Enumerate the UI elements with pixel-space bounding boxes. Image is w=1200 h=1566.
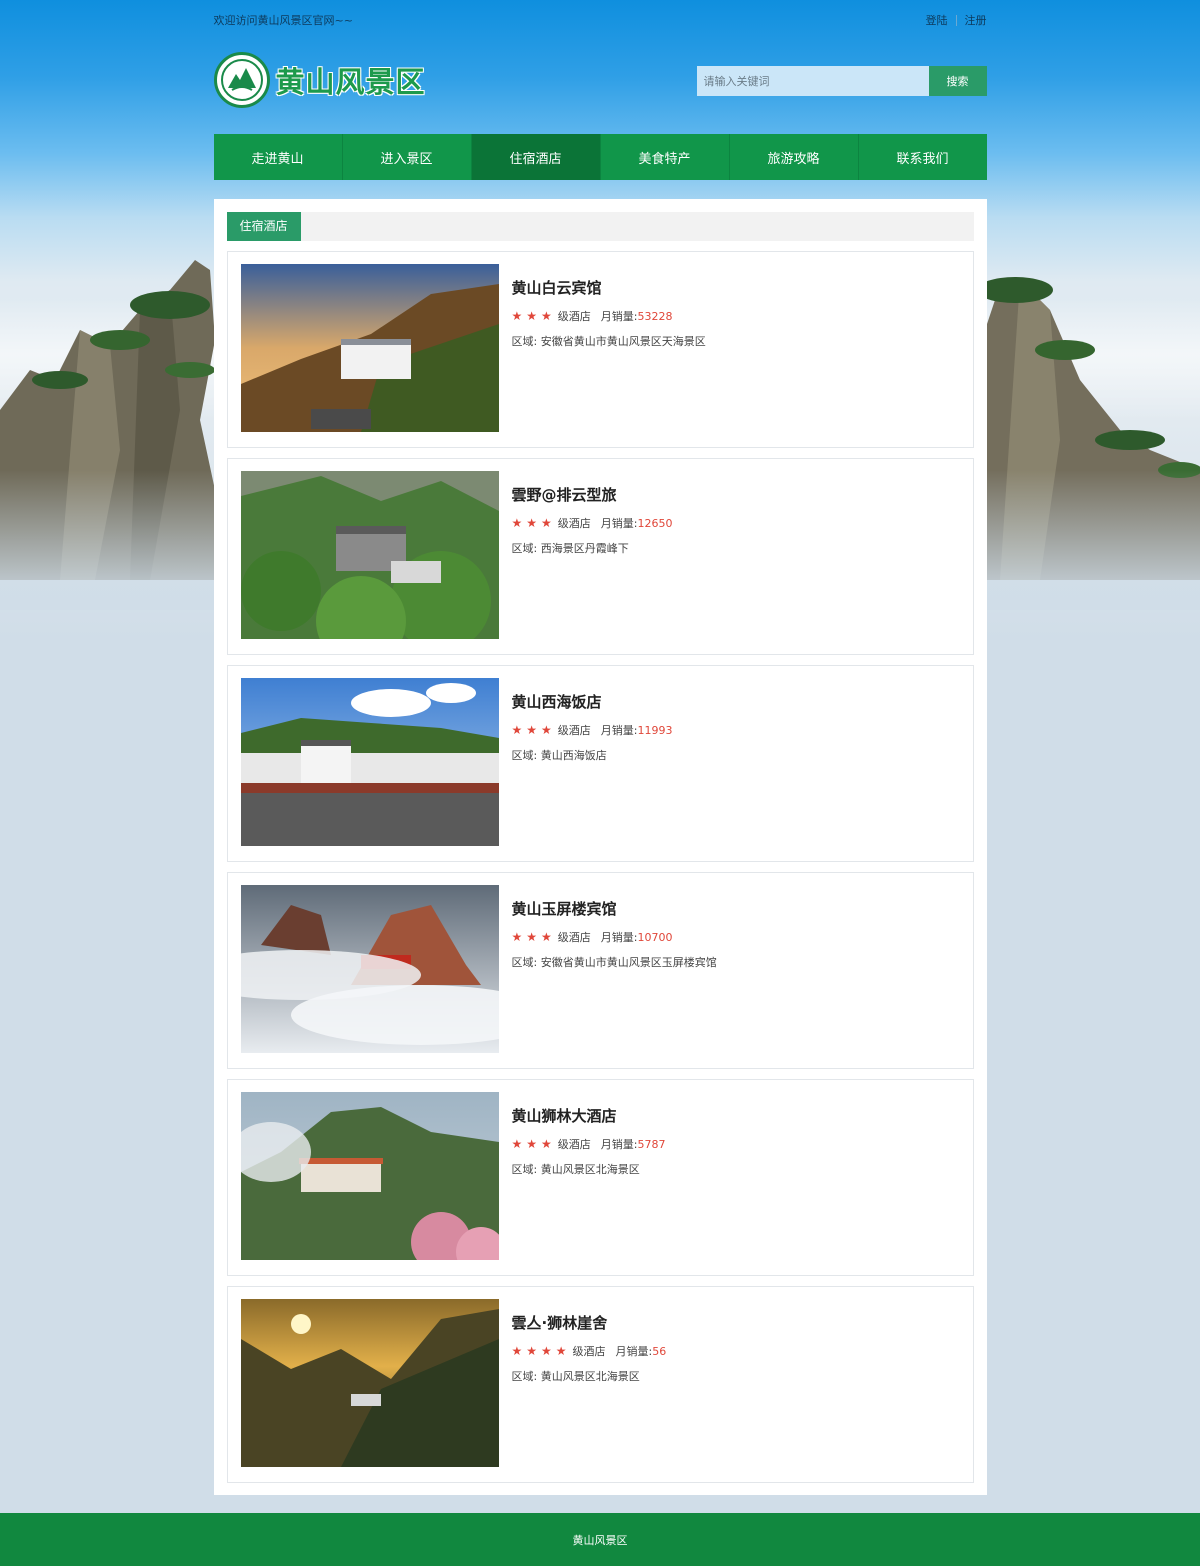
login-link[interactable]: 登陆 (926, 12, 948, 28)
hotel-card[interactable]: 雲野@排云型旅 ★★★ 级酒店 月销量: 12650 区域: 西海景区丹霞峰下 (226, 458, 974, 655)
sales-label: 月销量: (600, 931, 638, 944)
footer: 黄山风景区 (0, 1513, 1200, 1566)
section-header: 住宿酒店 (226, 212, 974, 241)
area-value: 黄山风景区北海景区 (540, 1163, 640, 1176)
register-link[interactable]: 注册 (965, 12, 987, 28)
sales-value: 11993 (637, 723, 673, 737)
nav-item-intro[interactable]: 走进黄山 (214, 134, 343, 180)
area-value: 西海景区丹霞峰下 (540, 542, 629, 555)
level-label: 级酒店 (557, 931, 591, 944)
area-label: 区域: (511, 956, 538, 969)
sales-value: 56 (652, 1344, 667, 1358)
star-rating: ★★★ (511, 516, 556, 530)
sales-label: 月销量: (600, 517, 638, 530)
hotel-photo[interactable] (240, 471, 499, 639)
hotel-meta: ★★★ 级酒店 月销量: 53228 (512, 308, 706, 324)
hotel-name[interactable]: 雲亼·狮林崖舍 (512, 1312, 667, 1333)
footer-text: 黄山风景区 (572, 1533, 628, 1547)
logo-emblem-icon (213, 52, 270, 108)
area-label: 区域: (511, 1163, 538, 1176)
hotel-name[interactable]: 黄山狮林大酒店 (512, 1105, 666, 1126)
search-input[interactable] (696, 66, 929, 96)
area-label: 区域: (511, 1370, 538, 1383)
area-value: 黄山风景区北海景区 (540, 1370, 640, 1383)
hotel-panel: 住宿酒店 黄山白云宾馆 ★★★ 级酒店 月销量: 53228 区域: 安徽省黄山… (213, 199, 987, 1495)
nav-item-food[interactable]: 美食特产 (601, 134, 730, 180)
hotel-area: 区域: 黄山风景区北海景区 (512, 1368, 667, 1384)
hotel-info: 雲野@排云型旅 ★★★ 级酒店 月销量: 12650 区域: 西海景区丹霞峰下 (499, 471, 673, 642)
logo-text: 黄山风景区 (275, 65, 426, 99)
hotel-card[interactable]: 雲亼·狮林崖舍 ★★★★ 级酒店 月销量: 56 区域: 黄山风景区北海景区 (226, 1286, 974, 1483)
hotel-name[interactable]: 雲野@排云型旅 (512, 484, 673, 505)
level-label: 级酒店 (557, 724, 591, 737)
hotel-area: 区域: 黄山西海饭店 (512, 747, 673, 763)
hotel-card[interactable]: 黄山狮林大酒店 ★★★ 级酒店 月销量: 5787 区域: 黄山风景区北海景区 (226, 1079, 974, 1276)
area-value: 安徽省黄山市黄山风景区天海景区 (540, 335, 706, 348)
hotel-photo[interactable] (240, 1092, 499, 1260)
hotel-card[interactable]: 黄山玉屏楼宾馆 ★★★ 级酒店 月销量: 10700 区域: 安徽省黄山市黄山风… (226, 872, 974, 1069)
hotel-info: 黄山白云宾馆 ★★★ 级酒店 月销量: 53228 区域: 安徽省黄山市黄山风景… (499, 264, 706, 435)
page-container: 欢迎访问黄山风景区官网~~ 登陆 注册 黄山风景区 搜索 走进黄山 进入景区 住… (213, 0, 987, 1495)
hotel-meta: ★★★ 级酒店 月销量: 12650 (512, 515, 673, 531)
sales-value: 10700 (637, 930, 673, 944)
star-rating: ★★★ (511, 309, 556, 323)
sales-value: 5787 (637, 1137, 666, 1151)
hotel-name[interactable]: 黄山白云宾馆 (512, 277, 706, 298)
hotel-area: 区域: 安徽省黄山市黄山风景区玉屏楼宾馆 (512, 954, 717, 970)
area-label: 区域: (511, 542, 538, 555)
hotel-area: 区域: 安徽省黄山市黄山风景区天海景区 (512, 333, 706, 349)
level-label: 级酒店 (557, 310, 591, 323)
hotel-meta: ★★★ 级酒店 月销量: 5787 (512, 1136, 666, 1152)
hotel-name[interactable]: 黄山西海饭店 (512, 691, 673, 712)
account-links: 登陆 注册 (926, 12, 987, 28)
nav-item-hotels[interactable]: 住宿酒店 (471, 134, 601, 180)
hotel-name[interactable]: 黄山玉屏楼宾馆 (512, 898, 717, 919)
star-rating: ★★★ (511, 723, 556, 737)
star-rating: ★★★ (511, 930, 556, 944)
top-bar: 欢迎访问黄山风景区官网~~ 登陆 注册 (214, 0, 987, 40)
hotel-card[interactable]: 黄山西海饭店 ★★★ 级酒店 月销量: 11993 区域: 黄山西海饭店 (226, 665, 974, 862)
sales-value: 12650 (637, 516, 673, 530)
section-title: 住宿酒店 (226, 212, 301, 241)
level-label: 级酒店 (572, 1345, 606, 1358)
hotel-info: 黄山玉屏楼宾馆 ★★★ 级酒店 月销量: 10700 区域: 安徽省黄山市黄山风… (499, 885, 717, 1056)
hotel-card[interactable]: 黄山白云宾馆 ★★★ 级酒店 月销量: 53228 区域: 安徽省黄山市黄山风景… (226, 251, 974, 448)
hotel-photo[interactable] (240, 264, 499, 432)
nav-item-guide[interactable]: 旅游攻略 (730, 134, 859, 180)
star-rating: ★★★ (511, 1137, 556, 1151)
search-button[interactable]: 搜索 (928, 66, 987, 96)
hotel-photo[interactable] (240, 885, 499, 1053)
hotel-info: 雲亼·狮林崖舍 ★★★★ 级酒店 月销量: 56 区域: 黄山风景区北海景区 (499, 1299, 667, 1470)
hotel-meta: ★★★ 级酒店 月销量: 10700 (512, 929, 717, 945)
level-label: 级酒店 (557, 1138, 591, 1151)
sales-label: 月销量: (600, 1138, 638, 1151)
hotel-meta: ★★★ 级酒店 月销量: 11993 (512, 722, 673, 738)
area-label: 区域: (511, 749, 538, 762)
hotel-photo[interactable] (240, 1299, 499, 1467)
sales-label: 月销量: (600, 310, 638, 323)
hotel-area: 区域: 黄山风景区北海景区 (512, 1161, 666, 1177)
sales-value: 53228 (637, 309, 673, 323)
link-divider (955, 14, 957, 26)
hotel-info: 黄山狮林大酒店 ★★★ 级酒店 月销量: 5787 区域: 黄山风景区北海景区 (499, 1092, 666, 1263)
area-value: 黄山西海饭店 (540, 749, 607, 762)
star-rating: ★★★★ (511, 1344, 571, 1358)
area-value: 安徽省黄山市黄山风景区玉屏楼宾馆 (540, 956, 717, 969)
hotel-area: 区域: 西海景区丹霞峰下 (512, 540, 673, 556)
welcome-text: 欢迎访问黄山风景区官网~~ (213, 14, 353, 27)
site-logo[interactable]: 黄山风景区 (213, 52, 426, 108)
area-label: 区域: (511, 335, 538, 348)
main-nav: 走进黄山 进入景区 住宿酒店 美食特产 旅游攻略 联系我们 (213, 134, 987, 180)
hotel-info: 黄山西海饭店 ★★★ 级酒店 月销量: 11993 区域: 黄山西海饭店 (499, 678, 673, 849)
hotel-meta: ★★★★ 级酒店 月销量: 56 (512, 1343, 667, 1359)
level-label: 级酒店 (557, 517, 591, 530)
search-bar: 搜索 (696, 66, 987, 96)
sales-label: 月销量: (600, 724, 638, 737)
hotel-photo[interactable] (240, 678, 499, 846)
header: 黄山风景区 搜索 (213, 40, 987, 134)
nav-item-contact[interactable]: 联系我们 (859, 134, 987, 180)
sales-label: 月销量: (615, 1345, 653, 1358)
nav-item-scenic[interactable]: 进入景区 (343, 134, 472, 180)
